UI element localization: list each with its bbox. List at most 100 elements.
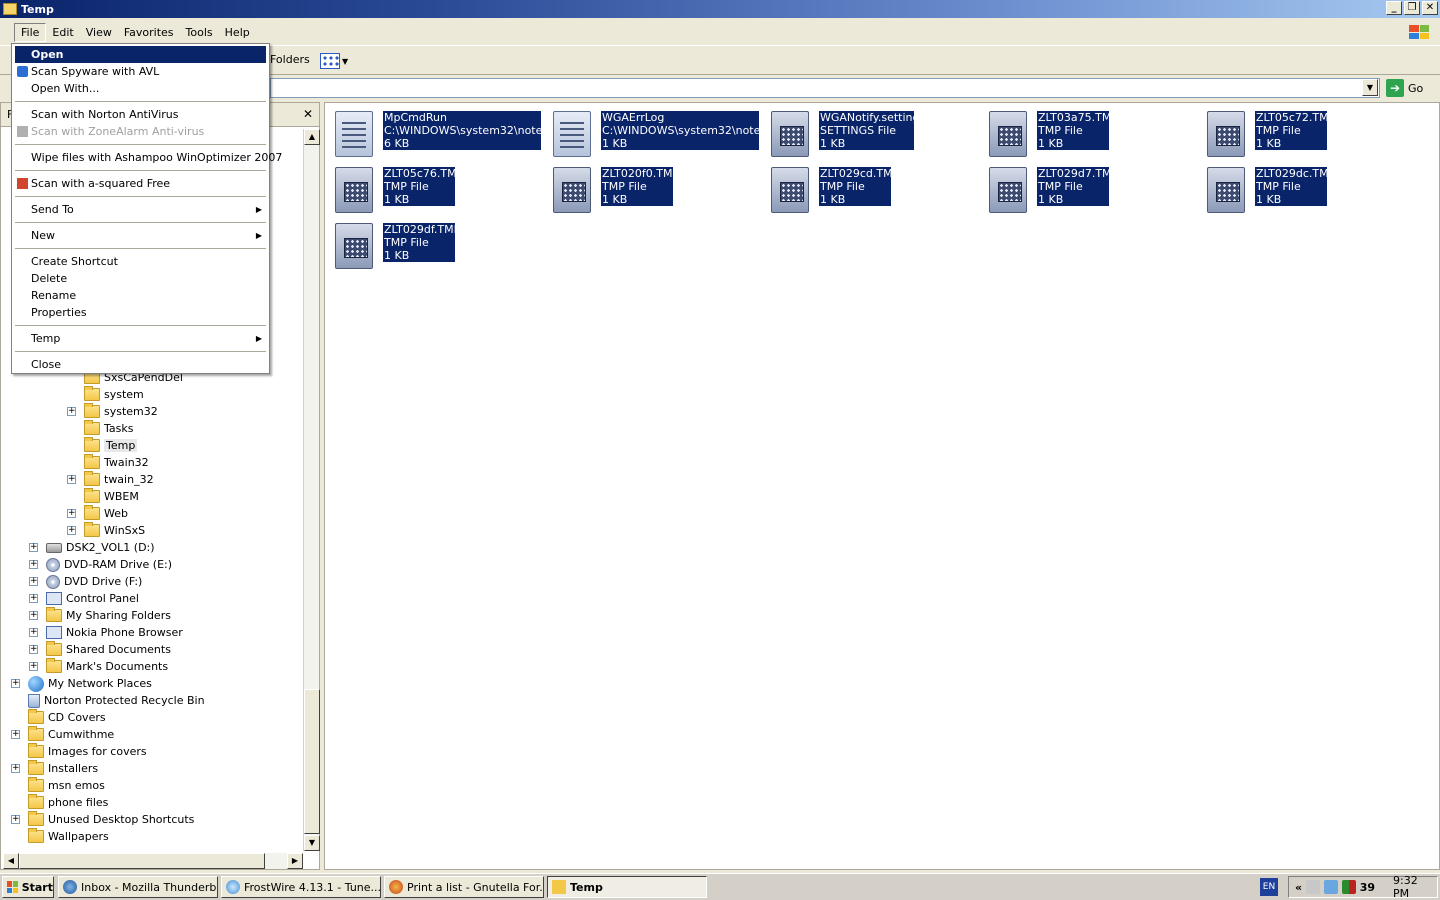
address-dropdown-button[interactable]: ▼ bbox=[1362, 79, 1378, 96]
tree-item[interactable]: + Installers bbox=[11, 760, 98, 777]
language-indicator[interactable]: EN bbox=[1260, 878, 1278, 896]
tree-item[interactable]: + Control Panel bbox=[29, 590, 139, 607]
scroll-down-button[interactable]: ▼ bbox=[304, 835, 320, 851]
scroll-up-button[interactable]: ▲ bbox=[304, 129, 320, 145]
tree-item[interactable]: + My Network Places bbox=[11, 675, 152, 692]
menu-item-new[interactable]: New ▶ bbox=[15, 227, 266, 244]
file-item[interactable]: ZLT05c72.TMPTMP File1 KB bbox=[1207, 111, 1327, 159]
tree-item[interactable]: + Shared Documents bbox=[29, 641, 171, 658]
folders-button[interactable]: Folders bbox=[270, 53, 310, 66]
menu-item-scan-spyware-with-avl[interactable]: Scan Spyware with AVL bbox=[15, 63, 266, 80]
tree-item[interactable]: + system32 bbox=[67, 403, 158, 420]
horizontal-scroll-thumb[interactable] bbox=[19, 853, 265, 869]
close-icon[interactable]: ✕ bbox=[303, 107, 313, 121]
scroll-left-button[interactable]: ◀ bbox=[3, 853, 19, 869]
menu-item-delete[interactable]: Delete bbox=[15, 270, 266, 287]
menu-item-properties[interactable]: Properties bbox=[15, 304, 266, 321]
menu-item-close[interactable]: Close bbox=[15, 356, 266, 373]
scroll-right-button[interactable]: ▶ bbox=[287, 853, 303, 869]
menu-item-create-shortcut[interactable]: Create Shortcut bbox=[15, 253, 266, 270]
taskbar-item-frostwire[interactable]: FrostWire 4.13.1 - Tune... bbox=[221, 876, 381, 898]
menu-favorites[interactable]: Favorites bbox=[118, 24, 180, 41]
tree-item[interactable]: + Unused Desktop Shortcuts bbox=[11, 811, 194, 828]
tree-item[interactable]: Tasks bbox=[67, 420, 133, 437]
menu-file[interactable]: File bbox=[14, 22, 47, 42]
expand-icon[interactable]: + bbox=[29, 577, 38, 586]
tree-item[interactable]: WBEM bbox=[67, 488, 139, 505]
tree-item[interactable]: Norton Protected Recycle Bin bbox=[11, 692, 205, 709]
tree-item[interactable]: Wallpapers bbox=[11, 828, 109, 845]
views-button[interactable]: ▼ bbox=[320, 51, 354, 71]
menu-item-rename[interactable]: Rename bbox=[15, 287, 266, 304]
file-item[interactable]: ZLT029d7.TMPTMP File1 KB bbox=[989, 167, 1109, 215]
expand-icon[interactable]: + bbox=[29, 560, 38, 569]
file-item[interactable]: WGANotify.settingsSETTINGS File1 KB bbox=[771, 111, 914, 159]
expand-icon[interactable]: + bbox=[29, 611, 38, 620]
tree-item[interactable]: + My Sharing Folders bbox=[29, 607, 171, 624]
file-item[interactable]: ZLT020f0.TMP TMP File 1 KB bbox=[553, 167, 673, 215]
go-button[interactable]: ➔ Go bbox=[1386, 78, 1436, 98]
tree-item[interactable]: phone files bbox=[11, 794, 108, 811]
expand-icon[interactable]: + bbox=[29, 543, 38, 552]
tree-item[interactable]: system bbox=[67, 386, 144, 403]
file-item[interactable]: ZLT029df.TMP TMP File 1 KB bbox=[335, 223, 455, 271]
monitor-icon[interactable] bbox=[1341, 880, 1356, 894]
menu-item-open-with[interactable]: Open With... bbox=[15, 80, 266, 97]
menu-item-open[interactable]: Open bbox=[15, 46, 266, 63]
tree-item[interactable]: + Mark's Documents bbox=[29, 658, 168, 675]
scroll-thumb[interactable] bbox=[304, 689, 320, 834]
menu-item-temp[interactable]: Temp ▶ bbox=[15, 330, 266, 347]
expand-icon[interactable]: + bbox=[67, 526, 76, 535]
expand-icon[interactable]: + bbox=[11, 679, 20, 688]
network-icon[interactable] bbox=[1306, 880, 1320, 894]
tree-item[interactable]: Twain32 bbox=[67, 454, 149, 471]
tree-item[interactable]: msn emos bbox=[11, 777, 105, 794]
minimize-button[interactable]: _ bbox=[1386, 1, 1402, 15]
menu-item-scan-with-a-squared-free[interactable]: Scan with a-squared Free bbox=[15, 175, 266, 192]
menu-item-scan-with-norton-antivirus[interactable]: Scan with Norton AntiVirus bbox=[15, 106, 266, 123]
file-item[interactable]: ZLT029cd.TMPTMP File1 KB bbox=[771, 167, 891, 215]
tree-item[interactable]: + Web bbox=[67, 505, 128, 522]
file-item[interactable]: ZLT05c76.TMPTMP File1 KB bbox=[335, 167, 455, 215]
address-input[interactable] bbox=[270, 78, 1380, 98]
expand-icon[interactable]: + bbox=[29, 594, 38, 603]
tree-vertical-scrollbar[interactable]: ▲ ▼ bbox=[303, 129, 320, 851]
file-item[interactable]: MpCmdRun C:\WINDOWS\system32\note... 6 KB bbox=[335, 111, 541, 159]
file-item[interactable]: ZLT029dc.TMPTMP File1 KB bbox=[1207, 167, 1327, 215]
file-item[interactable]: WGAErrLog C:\WINDOWS\system32\note... 1 KB bbox=[553, 111, 759, 159]
tree-item[interactable]: + DVD Drive (F:) bbox=[29, 573, 142, 590]
expand-icon[interactable]: + bbox=[11, 730, 20, 739]
expand-icon[interactable]: + bbox=[29, 662, 38, 671]
tree-item[interactable]: CD Covers bbox=[11, 709, 106, 726]
tree-item[interactable]: + WinSxS bbox=[67, 522, 145, 539]
tree-item[interactable]: + twain_32 bbox=[67, 471, 154, 488]
expand-icon[interactable]: + bbox=[29, 628, 38, 637]
taskbar-item-temp[interactable]: Temp bbox=[547, 876, 707, 898]
clock[interactable]: 9:32 PM bbox=[1393, 874, 1437, 900]
menu-item-wipe-files-with-ashampoo-winoptimizer-2007[interactable]: Wipe files with Ashampoo WinOptimizer 20… bbox=[15, 149, 282, 166]
menu-item-send-to[interactable]: Send To ▶ bbox=[15, 201, 266, 218]
menu-edit[interactable]: Edit bbox=[46, 24, 79, 41]
close-button[interactable]: ✕ bbox=[1422, 1, 1438, 15]
taskbar-item-thunderbird[interactable]: Inbox - Mozilla Thunderbird bbox=[58, 876, 218, 898]
start-button[interactable]: Start bbox=[2, 876, 54, 898]
expand-icon[interactable]: + bbox=[67, 407, 76, 416]
tree-item[interactable]: + Nokia Phone Browser bbox=[29, 624, 183, 641]
expand-icon[interactable]: + bbox=[11, 815, 20, 824]
tree-item[interactable]: Temp bbox=[67, 437, 138, 454]
expand-icon[interactable]: + bbox=[29, 645, 38, 654]
show-hidden-icons-button[interactable]: « bbox=[1295, 881, 1302, 894]
expand-icon[interactable]: + bbox=[67, 509, 76, 518]
tree-horizontal-scrollbar[interactable]: ◀ ▶ bbox=[3, 853, 303, 869]
taskbar-item-firefox[interactable]: Print a list - Gnutella For... bbox=[384, 876, 544, 898]
tree-item[interactable]: + DSK2_VOL1 (D:) bbox=[29, 539, 155, 556]
expand-icon[interactable]: + bbox=[67, 475, 76, 484]
tree-item[interactable]: Images for covers bbox=[11, 743, 147, 760]
menu-help[interactable]: Help bbox=[219, 24, 256, 41]
file-item[interactable]: ZLT03a75.TMPTMP File1 KB bbox=[989, 111, 1109, 159]
menu-tools[interactable]: Tools bbox=[180, 24, 219, 41]
restore-button[interactable]: ❐ bbox=[1404, 1, 1420, 15]
menu-view[interactable]: View bbox=[80, 24, 118, 41]
tree-item[interactable]: + Cumwithme bbox=[11, 726, 114, 743]
tree-item[interactable]: + DVD-RAM Drive (E:) bbox=[29, 556, 172, 573]
